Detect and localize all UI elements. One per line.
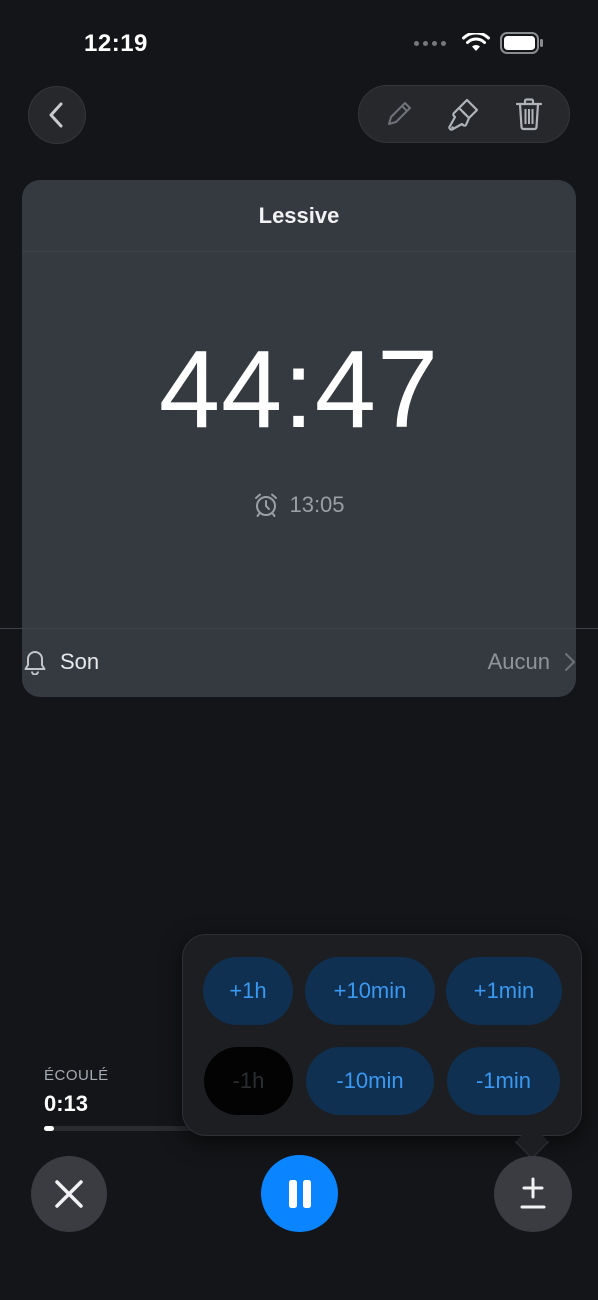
appearance-button[interactable] xyxy=(438,88,490,140)
sound-label: Son xyxy=(60,649,100,674)
pencil-icon xyxy=(388,102,412,125)
signal-dots-icon xyxy=(414,40,446,46)
plus-minus-icon xyxy=(520,1177,546,1209)
status-time: 12:19 xyxy=(84,30,148,57)
timer-title: Lessive xyxy=(22,180,576,252)
subtract-10min-button[interactable]: -10min xyxy=(306,1047,434,1115)
pause-button[interactable] xyxy=(261,1155,338,1232)
elapsed-label: ÉCOULÉ xyxy=(44,1067,109,1084)
elapsed-value: 0:13 xyxy=(44,1091,89,1116)
pause-icon xyxy=(288,1179,311,1208)
subtract-1min-button[interactable]: -1min xyxy=(447,1047,560,1115)
chevron-right-icon xyxy=(565,653,575,671)
status-bar: 12:19 xyxy=(0,0,598,88)
edit-button[interactable] xyxy=(373,88,425,140)
trash-icon xyxy=(515,98,542,131)
close-icon xyxy=(55,1180,83,1208)
cancel-button[interactable] xyxy=(31,1156,107,1232)
timer-detail-screen: 12:19 Lessive 44:47 13:05 Son Aucun ÉCOU… xyxy=(0,0,598,1300)
bell-icon xyxy=(24,651,46,675)
sound-row[interactable]: Son Aucun xyxy=(0,628,598,697)
elapsed-progress-fill xyxy=(44,1126,54,1131)
alarm-clock-icon xyxy=(255,493,278,517)
end-time-row: 13:05 xyxy=(0,492,598,518)
status-icons xyxy=(414,32,544,54)
wifi-icon xyxy=(462,33,490,51)
add-10min-button[interactable]: +10min xyxy=(305,957,435,1025)
sound-value-group: Aucun xyxy=(488,649,576,675)
end-time: 13:05 xyxy=(289,492,345,517)
paintbrush-icon xyxy=(448,98,479,131)
edit-toolbar xyxy=(358,85,570,143)
add-1min-button[interactable]: +1min xyxy=(446,957,562,1025)
subtract-1h-button[interactable]: -1h xyxy=(204,1047,293,1115)
sound-value: Aucun xyxy=(487,649,550,674)
chevron-left-icon xyxy=(49,102,63,128)
sound-label-group: Son xyxy=(24,649,99,675)
delete-button[interactable] xyxy=(503,88,555,140)
battery-icon xyxy=(500,32,543,54)
time-adjust-button[interactable] xyxy=(494,1156,572,1232)
add-1h-button[interactable]: +1h xyxy=(203,957,293,1025)
back-button[interactable] xyxy=(28,86,86,144)
countdown-display: 44:47 xyxy=(158,328,440,451)
